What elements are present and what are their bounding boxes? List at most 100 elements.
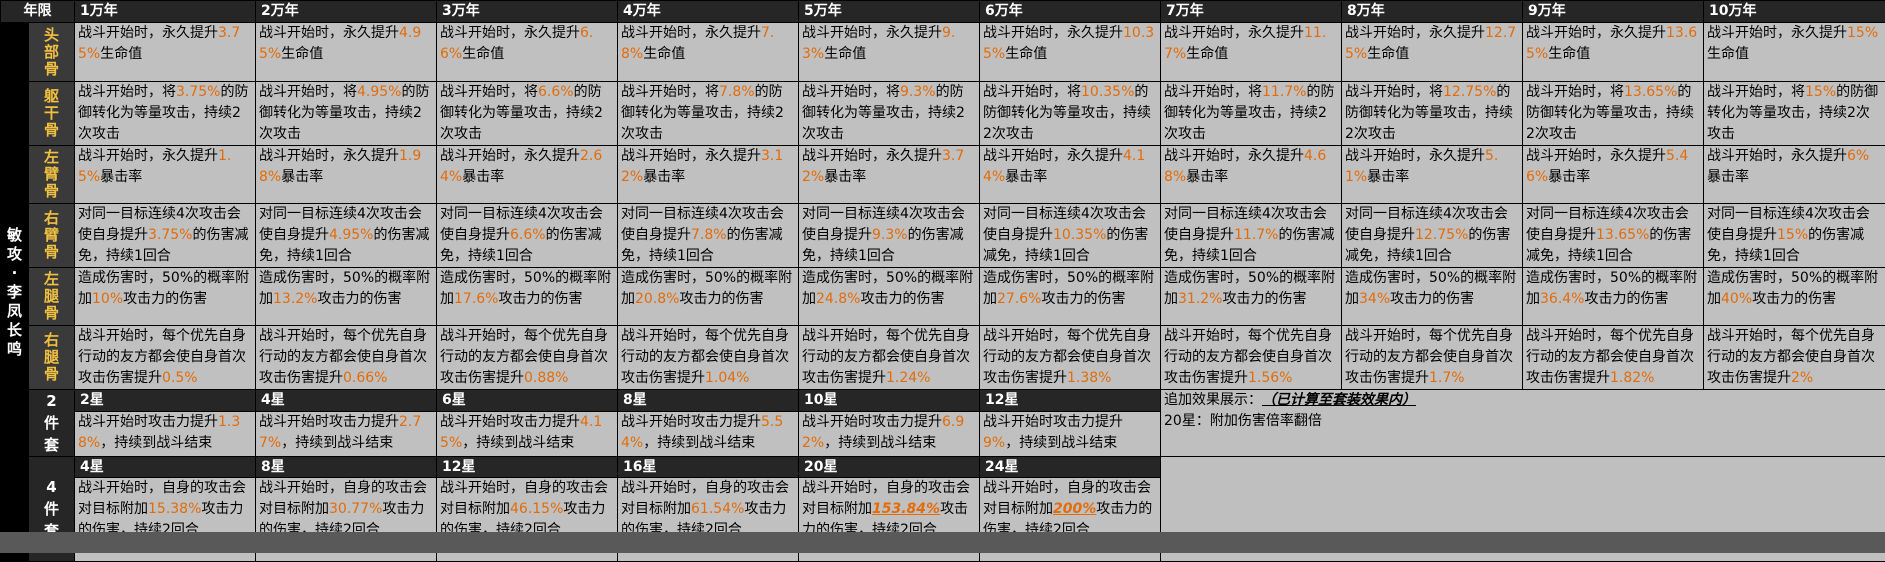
star-header: 12星: [437, 457, 618, 478]
cell-value: 1.56%: [1248, 370, 1292, 386]
cell-text: 战斗开始时，将: [1526, 84, 1624, 100]
star-header: 10星: [799, 390, 980, 412]
bone-cell: 战斗开始时，每个优先自身行动的友方都会使自身首次攻击伤害提升0.88%: [437, 326, 618, 390]
cell-text: 战斗开始时，永久提升: [78, 25, 218, 41]
cell-value: 3.75%: [176, 84, 220, 100]
cell-text-end: 攻击力的伤害: [1041, 291, 1125, 307]
bone-cell: 战斗开始时，将13.65%的防御转化为等量攻击，持续2次攻击: [1523, 82, 1704, 146]
cell-value: 9.3%: [900, 84, 936, 100]
set4-star-row: 4件套4星8星12星16星20星24星: [1, 457, 1885, 478]
cell-text-end: 暴击率: [1707, 169, 1749, 185]
cell-text: 战斗开始时，永久提升: [440, 25, 580, 41]
cell-value: 20.8%: [635, 291, 679, 307]
cell-value: 2%: [1791, 370, 1813, 386]
cell-value: 24.8%: [816, 291, 860, 307]
cell-text-end: 暴击率: [462, 169, 504, 185]
bone-cell: 造成伤害时，50%的概率附加20.8%攻击力的伤害: [618, 268, 799, 326]
year-header: 2万年: [256, 1, 437, 23]
cell-value: 0.5%: [162, 370, 198, 386]
cell-text: 战斗开始时，将: [1707, 84, 1805, 100]
extra-effect-note: 追加效果展示：（已计算至套装效果内）20星：附加伤害倍率翻倍: [1161, 390, 1885, 457]
cell-text-end: ，持续到战斗结束: [100, 435, 212, 451]
bone-label: 左腿骨: [29, 268, 75, 326]
cell-text-end: 生命值: [1548, 46, 1590, 62]
bone-cell: 战斗开始时，将12.75%的防御转化为等量攻击，持续2次攻击: [1342, 82, 1523, 146]
cell-text: 战斗开始时，将: [1345, 84, 1443, 100]
cell-value: 15%: [1777, 227, 1808, 243]
bone-cell: 战斗开始时，永久提升1.98%暴击率: [256, 146, 437, 204]
cell-text-end: 暴击率: [1186, 169, 1228, 185]
cell-text: 战斗开始时，将: [259, 84, 357, 100]
bone-cell: 战斗开始时，永久提升1.5%暴击率: [75, 146, 256, 204]
bone-cell: 战斗开始时，将6.6%的防御转化为等量攻击，持续2次攻击: [437, 82, 618, 146]
bone-label-text: 右臂骨: [44, 210, 60, 261]
bone-label-text: 左臂骨: [44, 149, 60, 200]
year-header: 4万年: [618, 1, 799, 23]
bone-cell: 战斗开始时，永久提升13.65%生命值: [1523, 23, 1704, 82]
cell-text: 战斗开始时，永久提升: [621, 25, 761, 41]
bone-cell: 战斗开始时，将3.75%的防御转化为等量攻击，持续2次攻击: [75, 82, 256, 146]
cell-text: 战斗开始时，将: [802, 84, 900, 100]
cell-text-end: 攻击力的伤害: [317, 291, 401, 307]
year-header: 9万年: [1523, 1, 1704, 23]
bone-cell: 战斗开始时，每个优先自身行动的友方都会使自身首次攻击伤害提升0.5%: [75, 326, 256, 390]
note-title: 追加效果展示：: [1164, 392, 1262, 408]
cell-value: 0.88%: [524, 370, 568, 386]
star-header: 4星: [256, 390, 437, 412]
bone-cell: 对同一目标连续4次攻击会使自身提升9.3%的伤害减免，持续1回合: [799, 204, 980, 268]
cell-text-end: 攻击力的伤害: [123, 291, 207, 307]
bone-cell: 战斗开始时，永久提升3.72%暴击率: [799, 146, 980, 204]
cell-value: 3.75%: [148, 227, 192, 243]
cell-value: 27.6%: [997, 291, 1041, 307]
cell-value: 17.6%: [454, 291, 498, 307]
bone-cell: 战斗开始时，永久提升12.75%生命值: [1342, 23, 1523, 82]
bone-row: 躯干骨战斗开始时，将3.75%的防御转化为等量攻击，持续2次攻击战斗开始时，将4…: [1, 82, 1885, 146]
bone-cell: 造成伤害时，50%的概率附加36.4%攻击力的伤害: [1523, 268, 1704, 326]
cell-value: 153.84%: [872, 501, 940, 517]
year-header: 7万年: [1161, 1, 1342, 23]
bone-cell: 造成伤害时，50%的概率附加17.6%攻击力的伤害: [437, 268, 618, 326]
corner-cell: 年限: [1, 1, 75, 23]
bone-cell: 战斗开始时，永久提升5.46%暴击率: [1523, 146, 1704, 204]
bone-cell: 造成伤害时，50%的概率附加10%攻击力的伤害: [75, 268, 256, 326]
cell-text-end: 生命值: [1186, 46, 1228, 62]
cell-text-end: 暴击率: [100, 169, 142, 185]
cell-value: 36.4%: [1540, 291, 1584, 307]
cell-value: 6.6%: [538, 84, 574, 100]
cell-text-end: 攻击力的伤害: [1390, 291, 1474, 307]
cell-text: 战斗开始时攻击力提升: [802, 414, 942, 430]
cell-text-end: 生命值: [281, 46, 323, 62]
bone-cell: 战斗开始时，每个优先自身行动的友方都会使自身首次攻击伤害提升1.38%: [980, 326, 1161, 390]
bone-cell: 战斗开始时，永久提升3.75%生命值: [75, 23, 256, 82]
cell-value: 12.75%: [1443, 84, 1496, 100]
cell-text: 战斗开始时，将: [983, 84, 1081, 100]
cell-text: 战斗开始时，永久提升: [983, 148, 1123, 164]
cell-text: 战斗开始时攻击力提升: [259, 414, 399, 430]
bone-cell: 战斗开始时，永久提升6.6%生命值: [437, 23, 618, 82]
cell-text-end: 生命值: [100, 46, 142, 62]
cell-value: 40%: [1721, 291, 1752, 307]
cell-text-end: 攻击力的伤害: [1752, 291, 1836, 307]
bone-cell: 战斗开始时，将7.8%的防御转化为等量攻击，持续2次攻击: [618, 82, 799, 146]
cell-value: 1.04%: [705, 370, 749, 386]
cell-value: 15.38%: [148, 501, 201, 517]
bone-row: 左腿骨造成伤害时，50%的概率附加10%攻击力的伤害 造成伤害时，50%的概率附加…: [1, 268, 1885, 326]
bone-cell: 战斗开始时，每个优先自身行动的友方都会使自身首次攻击伤害提升1.04%: [618, 326, 799, 390]
cell-value: 12.75%: [1415, 227, 1468, 243]
cell-text: 战斗开始时，永久提升: [1526, 25, 1666, 41]
bone-cell: 战斗开始时，每个优先自身行动的友方都会使自身首次攻击伤害提升1.24%: [799, 326, 980, 390]
set2-star-row: 2件套2星4星6星8星10星12星追加效果展示：（已计算至套装效果内）20星：附…: [1, 390, 1885, 412]
cell-value: 13.65%: [1596, 227, 1649, 243]
bone-cell: 战斗开始时，永久提升10.35%生命值: [980, 23, 1161, 82]
bone-cell: 战斗开始时，将11.7%的防御转化为等量攻击，持续2次攻击: [1161, 82, 1342, 146]
cell-text: 战斗开始时，永久提升: [802, 148, 942, 164]
cell-text-end: 暴击率: [281, 169, 323, 185]
bone-cell: 造成伤害时，50%的概率附加31.2%攻击力的伤害: [1161, 268, 1342, 326]
bone-row: 敏攻·李凤长鸣头部骨战斗开始时，永久提升3.75%生命值战斗开始时，永久提升4.…: [1, 23, 1885, 82]
cell-text: 战斗开始时，永久提升: [1345, 148, 1485, 164]
cell-value: 10.35%: [1053, 227, 1106, 243]
cell-text: 战斗开始时，永久提升: [1345, 25, 1485, 41]
bone-cell: 战斗开始时，永久提升11.7%生命值: [1161, 23, 1342, 82]
cell-value: 1.24%: [886, 370, 930, 386]
star-header: 8星: [256, 457, 437, 478]
